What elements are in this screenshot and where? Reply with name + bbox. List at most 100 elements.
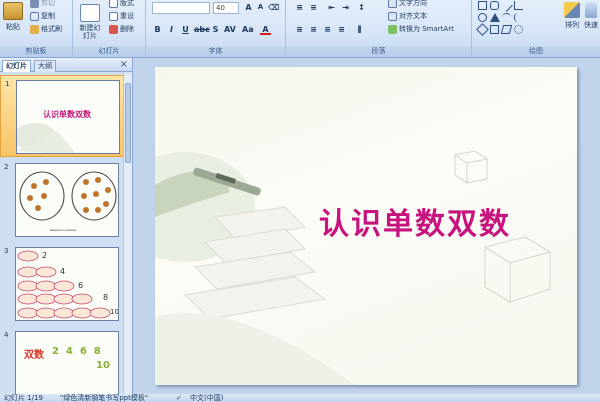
slides-panel: 幻灯片 大纲 × 1 认识单数双数 2 Шашки и шашки 3 2 4 … xyxy=(0,58,133,394)
layout-icon xyxy=(109,0,118,8)
underline-button[interactable]: U xyxy=(180,24,191,35)
font-group-label: 字体 xyxy=(146,46,285,57)
clear-format-button[interactable]: ⌫ xyxy=(268,2,279,13)
close-panel-icon[interactable]: × xyxy=(120,59,128,71)
thumbnail-slide-2[interactable]: 2 Шашки и шашки xyxy=(0,159,124,241)
cut-button[interactable]: 剪切 xyxy=(30,0,55,8)
thumb-number: 1 xyxy=(5,80,10,88)
status-theme: "绿色清新钢笔书写ppt模板" xyxy=(60,394,149,402)
layout-button[interactable]: 版式 xyxy=(109,0,134,8)
numbering-button[interactable]: ≡ xyxy=(308,2,319,13)
copy-label: 复制 xyxy=(41,12,55,20)
smartart-icon xyxy=(388,24,397,34)
thumb-label-8: 8 xyxy=(103,293,109,302)
new-slide-button[interactable]: 新建幻灯片 xyxy=(78,4,102,40)
quick-styles-button[interactable]: 快速 xyxy=(584,2,598,30)
decrease-indent-button[interactable]: ⇤ xyxy=(326,2,337,13)
rounded-rect-shape-icon[interactable] xyxy=(490,1,499,10)
font-name-combo[interactable] xyxy=(152,2,210,14)
spell-check-icon[interactable]: ✓ xyxy=(176,394,182,402)
char-spacing-button[interactable]: AV xyxy=(224,24,236,35)
italic-button[interactable]: I xyxy=(166,24,177,35)
rectangle-shape-icon[interactable] xyxy=(478,1,487,10)
font-size-combo[interactable]: 40 xyxy=(213,2,239,14)
status-bar: 幻灯片 1/19 "绿色清新钢笔书写ppt模板" ✓ 中文(中国) xyxy=(0,394,600,402)
thumb-label-10: 10 xyxy=(110,308,119,316)
paste-icon xyxy=(3,2,23,20)
current-slide[interactable]: 认识单数双数 xyxy=(155,67,577,385)
format-painter-button[interactable]: 格式刷 xyxy=(30,24,62,34)
callout-shape-icon[interactable] xyxy=(490,25,499,34)
line-spacing-button[interactable]: ↕ xyxy=(356,2,367,13)
cut-label: 剪切 xyxy=(41,0,55,7)
thumb-label-2: 2 xyxy=(42,251,48,260)
scissors-icon xyxy=(30,0,39,8)
thumb-label-4: 4 xyxy=(60,267,66,276)
slides-group-label: 幻灯片 xyxy=(73,46,145,57)
bullets-button[interactable]: ≡ xyxy=(294,2,305,13)
thumb-number: 2 xyxy=(4,163,9,171)
increase-indent-button[interactable]: ⇥ xyxy=(340,2,351,13)
text-direction-button[interactable]: 文字方向 xyxy=(388,0,427,8)
thumbnail-slide-1[interactable]: 1 认识单数双数 xyxy=(0,75,124,157)
clipboard-group-label: 剪贴板 xyxy=(0,46,72,57)
scrollbar-thumb[interactable] xyxy=(125,83,131,163)
tab-outline[interactable]: 大纲 xyxy=(34,60,56,72)
grow-font-button[interactable]: A xyxy=(243,2,254,13)
more-shapes-icon[interactable] xyxy=(514,25,523,34)
bold-button[interactable]: B xyxy=(152,24,163,35)
status-language[interactable]: 中文(中国) xyxy=(190,394,223,402)
brace-shape-icon[interactable] xyxy=(514,13,523,22)
slides-group: 新建幻灯片 版式 重设 删除 幻灯片 xyxy=(73,0,146,58)
strikethrough-button[interactable]: abc xyxy=(194,24,210,35)
oval-shape-icon[interactable] xyxy=(478,13,487,22)
paragraph-group-label: 段落 xyxy=(286,46,471,57)
quick-styles-icon xyxy=(585,2,597,18)
curve-shape-icon[interactable] xyxy=(502,13,511,22)
arrow-shape-icon[interactable] xyxy=(514,1,523,10)
thumb-caption: Шашки и шашки xyxy=(50,228,77,232)
thumbnail-slide-3[interactable]: 3 2 4 6 8 10 xyxy=(0,243,124,325)
font-color-button[interactable]: A xyxy=(260,24,271,35)
smartart-label: 转换为 SmartArt xyxy=(399,25,454,33)
star-shape-icon[interactable] xyxy=(476,23,489,36)
drawing-group: 排列 快速 绘图 xyxy=(472,0,600,58)
flowchart-shape-icon[interactable] xyxy=(500,25,513,34)
align-center-button[interactable]: ≡ xyxy=(308,24,319,35)
thumbnail-slide-4[interactable]: 4 双数 2 4 6 8 10 xyxy=(0,327,124,394)
thumb-circles xyxy=(19,171,117,221)
align-left-button[interactable]: ≡ xyxy=(294,24,305,35)
format-painter-label: 格式刷 xyxy=(41,25,62,33)
copy-button[interactable]: 复制 xyxy=(30,11,55,21)
thumb-numbers: 2 4 6 8 xyxy=(52,346,101,357)
arrange-button[interactable]: 排列 xyxy=(564,2,580,30)
shadow-button[interactable]: S xyxy=(210,24,221,35)
slide-title[interactable]: 认识单数双数 xyxy=(285,199,545,243)
align-right-button[interactable]: ≡ xyxy=(322,24,333,35)
paste-label: 粘贴 xyxy=(6,23,20,31)
thumbnail-list: 1 认识单数双数 2 Шашки и шашки 3 2 4 6 8 10 4 … xyxy=(0,73,124,394)
paste-button[interactable]: 粘贴 xyxy=(3,2,23,32)
reset-button[interactable]: 重设 xyxy=(109,11,134,21)
delete-button[interactable]: 删除 xyxy=(109,24,134,34)
thumb-number-10: 10 xyxy=(96,360,110,371)
align-text-button[interactable]: 对齐文本 xyxy=(388,11,427,21)
slide-editor: 认识单数双数 xyxy=(134,58,600,394)
thumb-faces xyxy=(17,250,111,319)
thumb-title: 认识单数双数 xyxy=(43,109,91,119)
arrange-label: 排列 xyxy=(565,21,579,29)
paragraph-group: ≡ ≡ ⇤ ⇥ ↕ 文字方向 对齐文本 转换为 SmartArt ≡ ≡ ≡ ≡… xyxy=(286,0,472,58)
thumb-preview: 2 4 6 8 10 xyxy=(15,247,119,321)
reset-label: 重设 xyxy=(120,12,134,20)
smartart-button[interactable]: 转换为 SmartArt xyxy=(388,24,454,34)
columns-button[interactable]: ⫼ xyxy=(354,24,365,35)
clipboard-group: 粘贴 剪切 复制 格式刷 剪贴板 xyxy=(0,0,73,58)
thumbnail-scrollbar[interactable] xyxy=(123,73,132,394)
change-case-button[interactable]: Aa xyxy=(242,24,254,35)
thumb-label-6: 6 xyxy=(78,281,84,290)
line-shape-icon[interactable] xyxy=(500,0,513,12)
justify-button[interactable]: ≡ xyxy=(336,24,347,35)
tab-slides[interactable]: 幻灯片 xyxy=(2,60,31,72)
shrink-font-button[interactable]: A xyxy=(255,2,266,13)
triangle-shape-icon[interactable] xyxy=(490,13,500,22)
